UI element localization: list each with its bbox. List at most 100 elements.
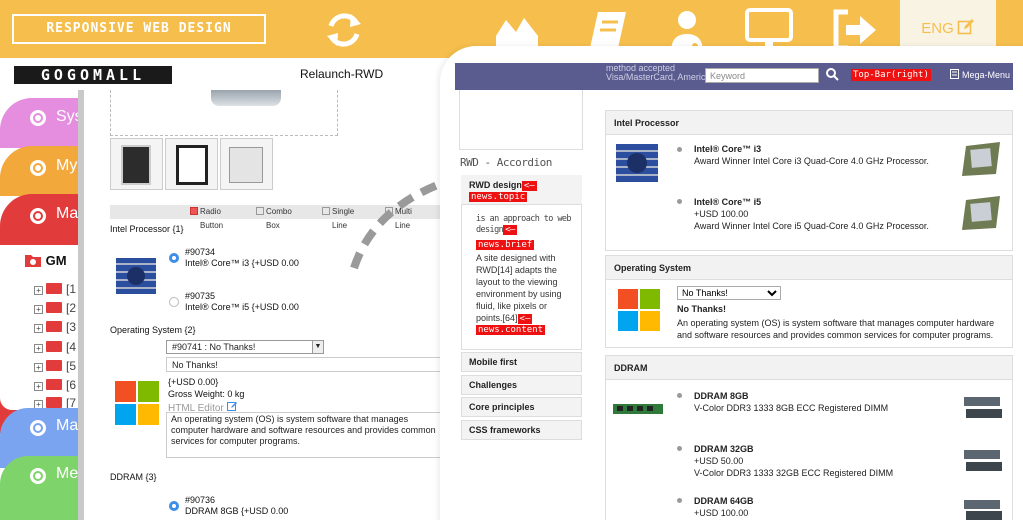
ddram-item-32gb: DDRAM 32GB +USD 50.00 V-Color DDR3 1333 … (694, 444, 894, 478)
folder-icon (46, 341, 62, 352)
tree-node[interactable]: + [1 (34, 282, 76, 296)
ddram-32gb-radio[interactable] (677, 446, 682, 451)
mega-menu[interactable]: Mega-Menu (950, 69, 1010, 80)
accordion-title: RWD - Accordion (460, 156, 552, 169)
side-tab-label: Ma (56, 417, 79, 434)
tree-node[interactable]: + [5 (34, 359, 76, 373)
arrow-left-icon: <— (503, 225, 517, 235)
product-image (211, 90, 281, 106)
topic-tag: news.topic (469, 192, 528, 202)
site-logo[interactable]: GOGOMALL (14, 66, 172, 84)
top-bar-tag: Top-Bar(right) (851, 69, 931, 81)
tree-node[interactable]: + [4 (34, 340, 76, 354)
tree-node[interactable]: + [3 (34, 320, 76, 334)
os-price: {+USD 0.00} (168, 377, 219, 387)
radio-button-icon (190, 207, 198, 215)
intel-i3-radio[interactable] (169, 253, 179, 263)
os-combo-value: #90741 : No Thanks! (172, 342, 256, 352)
tree-root-label: GM (45, 253, 67, 268)
legend-radio: Radio Button (190, 205, 223, 230)
folder-icon (25, 255, 41, 267)
intel-heading: Intel Processor {1} (110, 224, 184, 234)
tree-node[interactable]: + [2 (34, 301, 76, 315)
intel-item-i3: Intel® Core™ i3 Award Winner Intel Core … (694, 144, 929, 166)
ddram-panel: DDRAM (605, 355, 1013, 520)
intel-option-i3: #90734 Intel® Core™ i3 {+USD 0.00 (185, 247, 299, 269)
windows-logo (115, 381, 159, 425)
arrow-left-icon: <— (517, 314, 533, 324)
accordion-item-core-principles[interactable]: Core principles (461, 397, 582, 417)
accordion-item-css-frameworks[interactable]: CSS frameworks (461, 420, 582, 440)
legend-combo: Combo Box (256, 205, 292, 230)
side-tab-label: My (56, 157, 78, 174)
accordion-topic: RWD design <— (469, 180, 537, 191)
option-code: #90734 (185, 247, 216, 257)
refresh-icon[interactable] (320, 6, 368, 54)
brief-tag: news.brief (476, 240, 535, 250)
circle-icon (30, 160, 46, 176)
intel-i3-radio[interactable] (677, 147, 682, 152)
ddram-item-8gb: DDRAM 8GB V-Color DDR3 1333 8GB ECC Regi… (694, 391, 889, 413)
panel-heading: DDRAM (606, 356, 1012, 380)
document-icon (950, 69, 959, 79)
cpu-cooler-image (616, 144, 658, 182)
circle-icon (30, 208, 46, 224)
os-select[interactable]: No Thanks! (677, 286, 781, 300)
search-input[interactable] (705, 68, 819, 83)
combo-box-icon (256, 207, 264, 215)
circle-icon (30, 468, 46, 484)
folder-icon (46, 283, 62, 294)
product-thumbnail[interactable] (110, 138, 163, 190)
product-image-frame (110, 90, 338, 136)
os-combo-box[interactable]: #90741 : No Thanks! ▼ (166, 340, 324, 354)
language-label: ENG (921, 20, 954, 37)
left-page-subtitle: Relaunch-RWD (300, 67, 384, 81)
ddram-item-64gb: DDRAM 64GB +USD 100.00 (694, 496, 754, 518)
ddram-8gb-radio[interactable] (169, 501, 179, 511)
product-thumbnail[interactable] (165, 138, 218, 190)
accordion-item-mobile-first[interactable]: Mobile first (461, 352, 582, 372)
intel-i5-radio[interactable] (677, 199, 682, 204)
ddram-option-8gb: #90736 DDRAM 8GB {+USD 0.00 (185, 495, 288, 517)
circle-icon (30, 110, 46, 126)
ddram-8gb-radio[interactable] (677, 393, 682, 398)
accordion-item-challenges[interactable]: Challenges (461, 375, 582, 395)
ram-sticks-image (964, 500, 1002, 520)
chevron-down-icon[interactable]: ▼ (312, 341, 323, 353)
ddram-64gb-radio[interactable] (677, 498, 682, 503)
folder-icon (46, 302, 62, 313)
cpu-cooler-image (116, 258, 156, 294)
ram-sticks-image (964, 397, 1002, 418)
search-icon[interactable] (826, 68, 839, 81)
tree-root[interactable]: GM (24, 252, 67, 268)
os-single-line[interactable]: No Thanks! (166, 357, 441, 372)
content-tag: news.content (476, 325, 546, 335)
windows-logo (618, 289, 660, 331)
cpu-chip-image (962, 196, 1000, 230)
option-code: #90735 (185, 291, 216, 301)
os-multi-line[interactable]: An operating system (OS) is system softw… (166, 412, 442, 458)
circle-icon (30, 420, 46, 436)
option-name: Intel® Core™ i3 {+USD 0.00 (185, 258, 299, 268)
side-tab-label: Me (56, 465, 79, 482)
side-tab-label: Ma (56, 205, 79, 222)
edit-icon[interactable] (226, 401, 238, 412)
cpu-chip-image (962, 142, 1000, 176)
arrow-left-icon: <— (521, 181, 537, 191)
accordion-content: A site designed with RWD[14] adapts the … (476, 253, 562, 324)
ddram-heading: DDRAM {3} (110, 472, 157, 482)
intel-item-i5: Intel® Core™ i5 +USD 100.00 Award Winner… (694, 197, 929, 231)
folder-icon (46, 379, 62, 390)
folder-icon (46, 321, 62, 332)
ram-module-image (613, 404, 663, 414)
folder-icon (46, 397, 62, 408)
option-code: #90736 (185, 495, 216, 505)
single-line-icon (322, 207, 330, 215)
accordion-top-box (459, 90, 583, 150)
os-weight: Gross Weight: 0 kg (168, 389, 245, 399)
os-description: An operating system (OS) is system softw… (677, 318, 995, 340)
tree-node[interactable]: + [6 (34, 378, 76, 392)
product-thumbnail[interactable] (220, 138, 273, 190)
banner-title[interactable]: RESPONSIVE WEB DESIGN (12, 14, 266, 44)
intel-i5-radio[interactable] (169, 297, 179, 307)
